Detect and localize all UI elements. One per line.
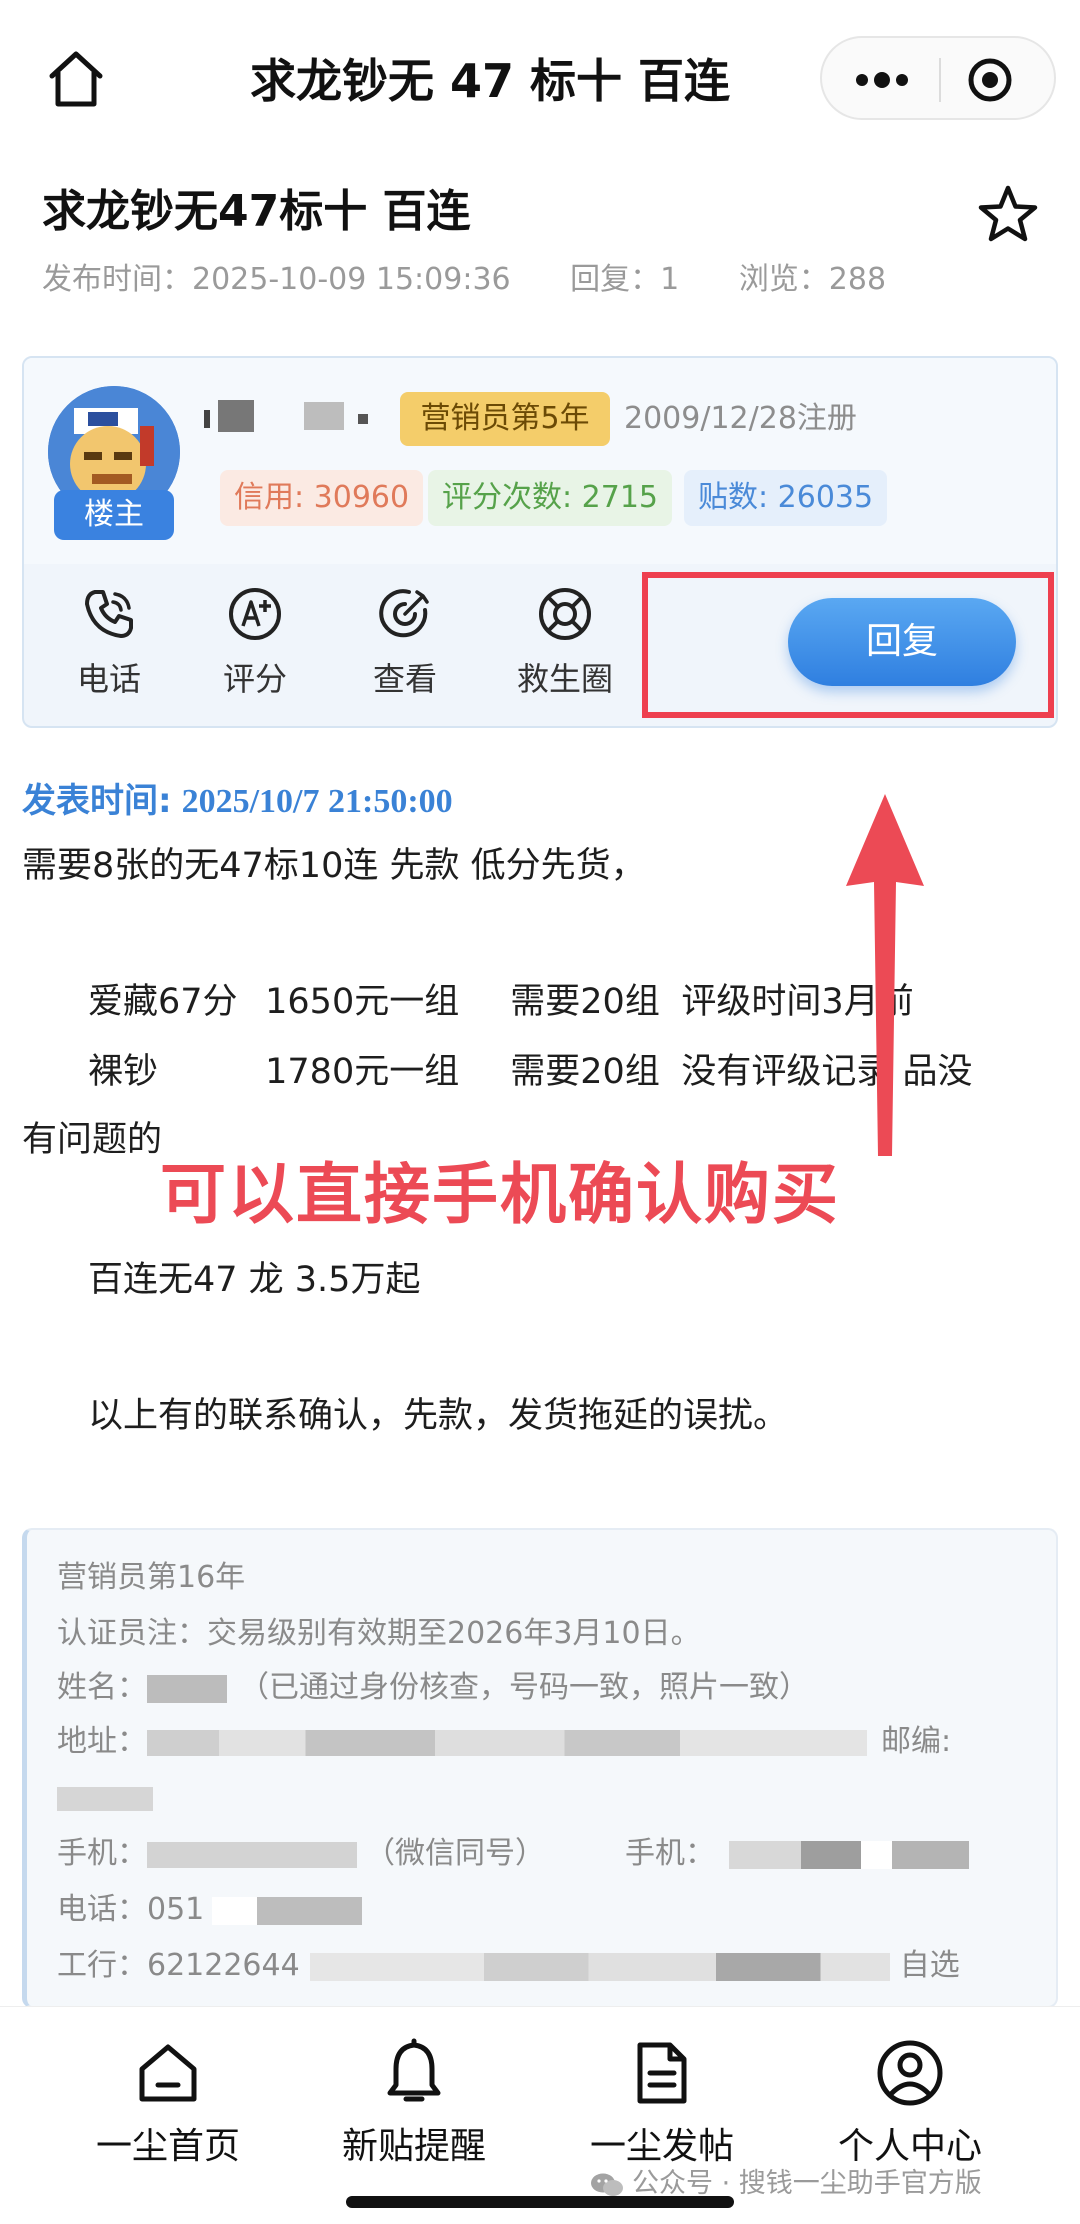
tab-user-label: 个人中心 (837, 2126, 982, 2167)
cert-name-note: （已通过身份核查，号码一致，照片一致） (239, 1670, 809, 1705)
cert-note: 认证员注：交易级别有效期至2026年3月10日。 (57, 1616, 701, 1651)
home-indicator[interactable] (346, 2196, 734, 2208)
mini-program-capsule (820, 36, 1056, 120)
cert-name-label: 姓名： (57, 1670, 147, 1705)
body-line-2-a: 爱藏67分 (88, 982, 238, 1022)
user-icon (877, 2040, 943, 2106)
reply-count: 回复：1 (570, 262, 680, 297)
owner-badge: 楼主 (54, 490, 174, 540)
certification-box: 营销员第16年 认证员注：交易级别有效期至2026年3月10日。 姓名： （已通过… (22, 1528, 1058, 2008)
publish-time: 发布时间：2025-10-09 15:09:36 (42, 262, 511, 297)
cert-postcode-line (57, 1772, 153, 1824)
score-icon (229, 588, 281, 640)
close-target-icon[interactable] (962, 54, 1018, 106)
body-line-3-a: 裸钞 (88, 1052, 159, 1092)
phone-redaction (212, 1896, 363, 1925)
cert-mobile-note: （微信同号） (365, 1836, 545, 1871)
view-label: 查看 (372, 660, 437, 698)
target-view-icon (379, 589, 429, 638)
cert-mobile-line: 手机： （微信同号） 手机： (57, 1828, 969, 1880)
lifebuoy-icon (539, 588, 591, 640)
post-title: 求龙钞无47标十 百连 (42, 186, 471, 237)
body-line-5: 百连无47 龙 3.5万起 (88, 1260, 421, 1300)
cert-phone-line: 电话：051 (57, 1884, 363, 1936)
wechat-icon (591, 2173, 623, 2196)
post-time-label: 发表时间: (22, 781, 172, 821)
tab-post-label: 一尘发帖 (589, 2126, 734, 2167)
lifebuoy-label: 救生圈 (516, 660, 613, 698)
cert-name-line: 姓名： （已通过身份核查，号码一致，照片一致） (57, 1662, 809, 1714)
tab-remind-label: 新贴提醒 (341, 2126, 486, 2167)
cert-postcode-label: 邮编: (881, 1724, 952, 1759)
cert-bank-suffix: 自选 (899, 1948, 960, 1983)
body-line-2: 爱藏67分 1650元一组 需要20组 评级时间3月前 (88, 976, 914, 1028)
cert-mobile-label-2: 手机： (625, 1836, 715, 1871)
cert-mobile-label: 手机： (57, 1836, 147, 1871)
cert-bank-prefix: 62122644 (147, 1948, 300, 1983)
body-line-3-c: 需要20组 (510, 1052, 660, 1092)
post-meta: 发布时间：2025-10-09 15:09:36 回复：1 浏览：288 (42, 258, 936, 302)
body-line-2-b: 1650元一组 (265, 982, 460, 1022)
body-line-3-b: 1780元一组 (265, 1052, 460, 1092)
view-count: 浏览：288 (738, 262, 887, 297)
score-action[interactable]: 评分 (190, 584, 320, 714)
cert-address-line: 地址： 邮编: (57, 1716, 951, 1768)
author-info: 楼主 营销员第5年 2009/12/28注册 信用: 30960 评分次数: 2… (24, 358, 1056, 564)
watermark-text: 公众号 · 搜钱一尘助手官方版 (632, 2168, 982, 2199)
credit-stat: 信用: 30960 (220, 470, 424, 526)
body-line-4: 有问题的 (22, 1120, 163, 1160)
home-icon[interactable] (40, 42, 112, 114)
cert-role: 营销员第16年 (57, 1560, 246, 1595)
body-line-1: 需要8张的无47标10连 先款 低分先货， (22, 846, 646, 886)
phone-action[interactable]: 电话 (44, 584, 174, 714)
body-line-2-c: 需要20组 (510, 982, 660, 1022)
role-badge: 营销员第5年 (400, 392, 610, 446)
cert-bank-label: 工行： (57, 1948, 147, 1983)
score-label: 评分 (222, 660, 287, 698)
address-redaction (147, 1729, 867, 1756)
postcode-redaction (57, 1786, 153, 1811)
username-redacted (204, 396, 384, 436)
document-icon (637, 2042, 687, 2104)
mobile-redaction (147, 1841, 357, 1868)
name-redaction (147, 1674, 227, 1703)
post-count-stat: 贴数: 26035 (684, 470, 888, 526)
tab-home[interactable]: 一尘首页 (78, 2037, 258, 2187)
reply-button[interactable]: 回复 (788, 598, 1016, 686)
cert-address-label: 地址： (57, 1724, 147, 1759)
cert-phone-label: 电话： (57, 1892, 147, 1927)
tab-new-post-reminder[interactable]: 新贴提醒 (324, 2037, 504, 2187)
bell-icon (387, 2038, 441, 2102)
favorite-star-icon[interactable] (975, 182, 1041, 248)
post-time: 发表时间: 2025/10/7 21:50:00 (22, 776, 453, 826)
mobile-redaction-2 (729, 1840, 969, 1869)
registration-date: 2009/12/28注册 (624, 401, 857, 436)
rating-count-stat: 评分次数: 2715 (428, 470, 672, 526)
home-tab-icon (139, 2044, 197, 2102)
annotation-arrow (846, 794, 924, 1156)
phone-label: 电话 (76, 660, 141, 698)
page-title: 求龙钞无 47 标十 百连 (250, 54, 731, 108)
cert-phone-prefix: 051 (147, 1892, 205, 1927)
more-options-icon[interactable] (844, 58, 920, 102)
body-line-6: 以上有的联系确认，先款，发货拖延的误扰。 (88, 1396, 789, 1436)
annotation-text: 可以直接手机确认购买 (160, 1156, 840, 1233)
lifebuoy-action[interactable]: 救生圈 (500, 584, 630, 714)
bank-redaction (309, 1952, 890, 1981)
tab-home-label: 一尘首页 (95, 2126, 240, 2167)
view-action[interactable]: 查看 (340, 584, 470, 714)
top-navigation-bar: 求龙钞无 47 标十 百连 (0, 0, 1080, 150)
post-time-value: 2025/10/7 21:50:00 (181, 783, 453, 820)
phone-icon (85, 590, 133, 638)
cert-bank-line: 工行：62122644 自选 (57, 1940, 960, 1992)
capsule-divider (939, 58, 941, 102)
